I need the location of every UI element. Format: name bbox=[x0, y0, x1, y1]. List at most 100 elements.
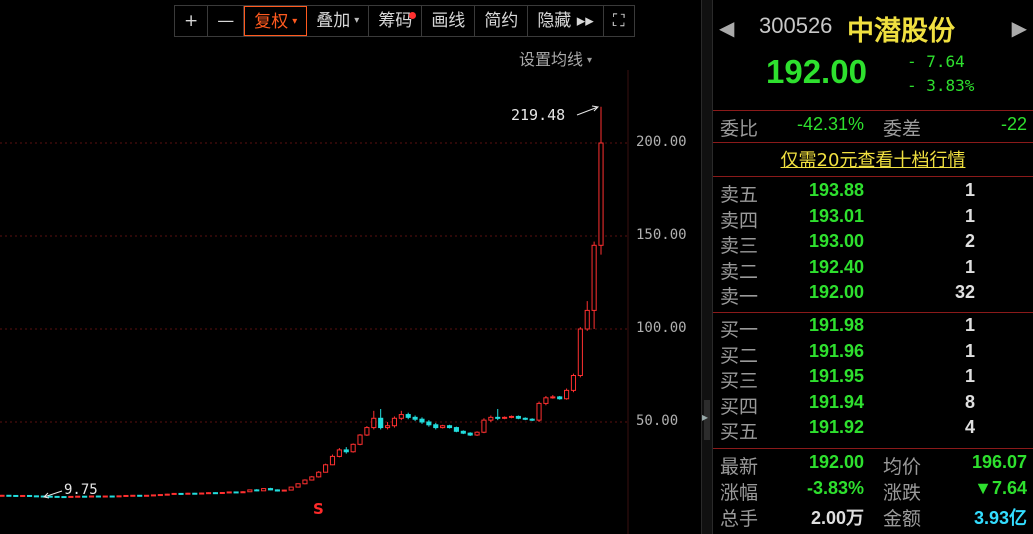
stats-row-2: 涨幅 -3.83% 涨跌 ▼7.64 bbox=[713, 478, 1033, 504]
level-price: 191.98 bbox=[809, 315, 865, 335]
candle bbox=[570, 373, 577, 393]
candle-body bbox=[171, 492, 177, 495]
next-stock-icon[interactable]: ▶ bbox=[1012, 16, 1027, 40]
candle-body bbox=[302, 479, 308, 485]
candle bbox=[261, 488, 267, 492]
pct-label: 涨幅 bbox=[720, 482, 759, 504]
candle-body bbox=[446, 425, 453, 429]
candle bbox=[164, 493, 170, 496]
level-volume: 8 bbox=[964, 391, 975, 412]
ask-level[interactable]: 卖二 192.40 1 bbox=[713, 257, 1033, 283]
level-volume: 2 bbox=[964, 231, 975, 251]
candle-body bbox=[116, 495, 122, 498]
candle bbox=[343, 447, 349, 454]
candle bbox=[254, 489, 260, 492]
price-change-pct: - 3.83% bbox=[907, 76, 975, 95]
candle bbox=[102, 495, 108, 498]
hide-button[interactable]: 隐藏 ▸▸ bbox=[528, 6, 604, 36]
candle-body bbox=[267, 488, 274, 491]
zoom-out-button[interactable]: — bbox=[208, 6, 245, 36]
level-label: 卖五 bbox=[720, 184, 759, 206]
ask-level[interactable]: 卖四 193.01 1 bbox=[713, 206, 1033, 232]
candle bbox=[412, 415, 418, 422]
candle-body bbox=[205, 492, 212, 495]
candle-body bbox=[164, 493, 170, 496]
bid-level[interactable]: 买二 191.96 1 bbox=[713, 341, 1033, 367]
candle bbox=[357, 434, 363, 446]
bid-level[interactable]: 买一 191.98 1 bbox=[713, 315, 1033, 341]
level2-promo-link[interactable]: 仅需20元查看十档行情 bbox=[713, 146, 1033, 172]
panel-divider[interactable]: ▸ bbox=[701, 0, 713, 534]
candle-body bbox=[329, 455, 336, 466]
kline-chart-pane[interactable]: + — 复权 ▾ 叠加 ▾ 筹码 画线 简约 隐藏 ▸▸ ⛶ 设置均线 ▾ 200.0… bbox=[0, 0, 701, 534]
adjust-rights-dropdown[interactable]: 复权 ▾ bbox=[244, 6, 308, 36]
ask-level[interactable]: 卖一 192.00 32 bbox=[713, 282, 1033, 308]
candle-body bbox=[529, 418, 535, 421]
chevron-down-icon: ▾ bbox=[292, 16, 298, 27]
fullscreen-icon[interactable]: ⛶ bbox=[604, 6, 634, 36]
candle-body bbox=[254, 489, 260, 492]
avg-value: 196.07 bbox=[971, 452, 1027, 472]
level-price: 193.00 bbox=[809, 231, 865, 251]
ask-level[interactable]: 卖五 193.88 1 bbox=[713, 180, 1033, 206]
candle bbox=[130, 494, 136, 497]
zoom-in-button[interactable]: + bbox=[175, 6, 209, 36]
divider bbox=[713, 142, 1033, 143]
candle bbox=[364, 426, 370, 436]
chevron-right-icon[interactable]: ▸ bbox=[702, 410, 708, 424]
candle-body bbox=[426, 421, 432, 426]
draw-line-button[interactable]: 画线 bbox=[422, 6, 476, 36]
stock-header: ◀ 300526 中潜股份 ▶ bbox=[713, 6, 1033, 47]
candle-body bbox=[240, 491, 246, 494]
candle bbox=[219, 491, 225, 494]
ask-level[interactable]: 卖三 193.00 2 bbox=[713, 231, 1033, 257]
chips-button[interactable]: 筹码 bbox=[369, 6, 423, 36]
stats-row-3: 总手 2.00万 金额 3.93亿 bbox=[713, 504, 1033, 530]
candle bbox=[0, 494, 5, 497]
candle-body bbox=[550, 396, 556, 399]
weibi-label: 委比 bbox=[720, 118, 759, 140]
candle bbox=[157, 494, 163, 497]
level-price: 191.95 bbox=[809, 366, 865, 386]
bid-level[interactable]: 买四 191.94 8 bbox=[713, 392, 1033, 418]
divider bbox=[713, 448, 1033, 449]
ma-settings-dropdown[interactable]: 设置均线 ▾ bbox=[519, 46, 592, 70]
candle bbox=[557, 395, 563, 400]
level-volume: 1 bbox=[964, 256, 975, 277]
candle bbox=[522, 417, 528, 421]
avg-label: 均价 bbox=[883, 456, 922, 478]
candle-body bbox=[502, 416, 508, 419]
overlay-dropdown[interactable]: 叠加 ▾ bbox=[307, 6, 370, 36]
weibi-value: -42.31% bbox=[797, 114, 865, 134]
kline-chart[interactable] bbox=[0, 0, 701, 534]
candle bbox=[529, 418, 535, 422]
adjust-rights-label: 复权 bbox=[254, 12, 289, 32]
order-ratio-row: 委比 -42.31% 委差 -22 bbox=[713, 114, 1033, 140]
level-label: 买四 bbox=[720, 395, 759, 418]
candle-body bbox=[357, 434, 363, 445]
candle bbox=[47, 495, 53, 498]
sell-signal-marker[interactable]: S bbox=[313, 500, 324, 518]
amt-value: 3.93亿 bbox=[973, 508, 1027, 528]
candle-body bbox=[405, 414, 411, 418]
hand-label: 总手 bbox=[720, 508, 759, 530]
candle bbox=[598, 106, 604, 255]
simple-mode-button[interactable]: 简约 bbox=[475, 6, 529, 36]
candle bbox=[543, 395, 549, 406]
chart-toolbar: + — 复权 ▾ 叠加 ▾ 筹码 画线 简约 隐藏 ▸▸ ⛶ bbox=[174, 5, 635, 37]
bid-level[interactable]: 买五 191.92 4 bbox=[713, 417, 1033, 443]
candle bbox=[13, 494, 19, 497]
min-price-label: 9.75 bbox=[64, 482, 98, 498]
candle-body bbox=[508, 415, 515, 418]
candle bbox=[433, 422, 439, 430]
level-price: 193.88 bbox=[809, 180, 865, 200]
stock-name: 中潜股份 bbox=[847, 16, 955, 47]
candle-body bbox=[54, 495, 60, 498]
level-price: 193.01 bbox=[809, 205, 865, 226]
level-label: 卖一 bbox=[720, 286, 759, 308]
bid-level[interactable]: 买三 191.95 1 bbox=[713, 366, 1033, 392]
prev-stock-icon[interactable]: ◀ bbox=[719, 16, 734, 40]
candle bbox=[323, 463, 329, 473]
candle-body bbox=[536, 402, 542, 421]
level-volume: 1 bbox=[964, 340, 975, 361]
